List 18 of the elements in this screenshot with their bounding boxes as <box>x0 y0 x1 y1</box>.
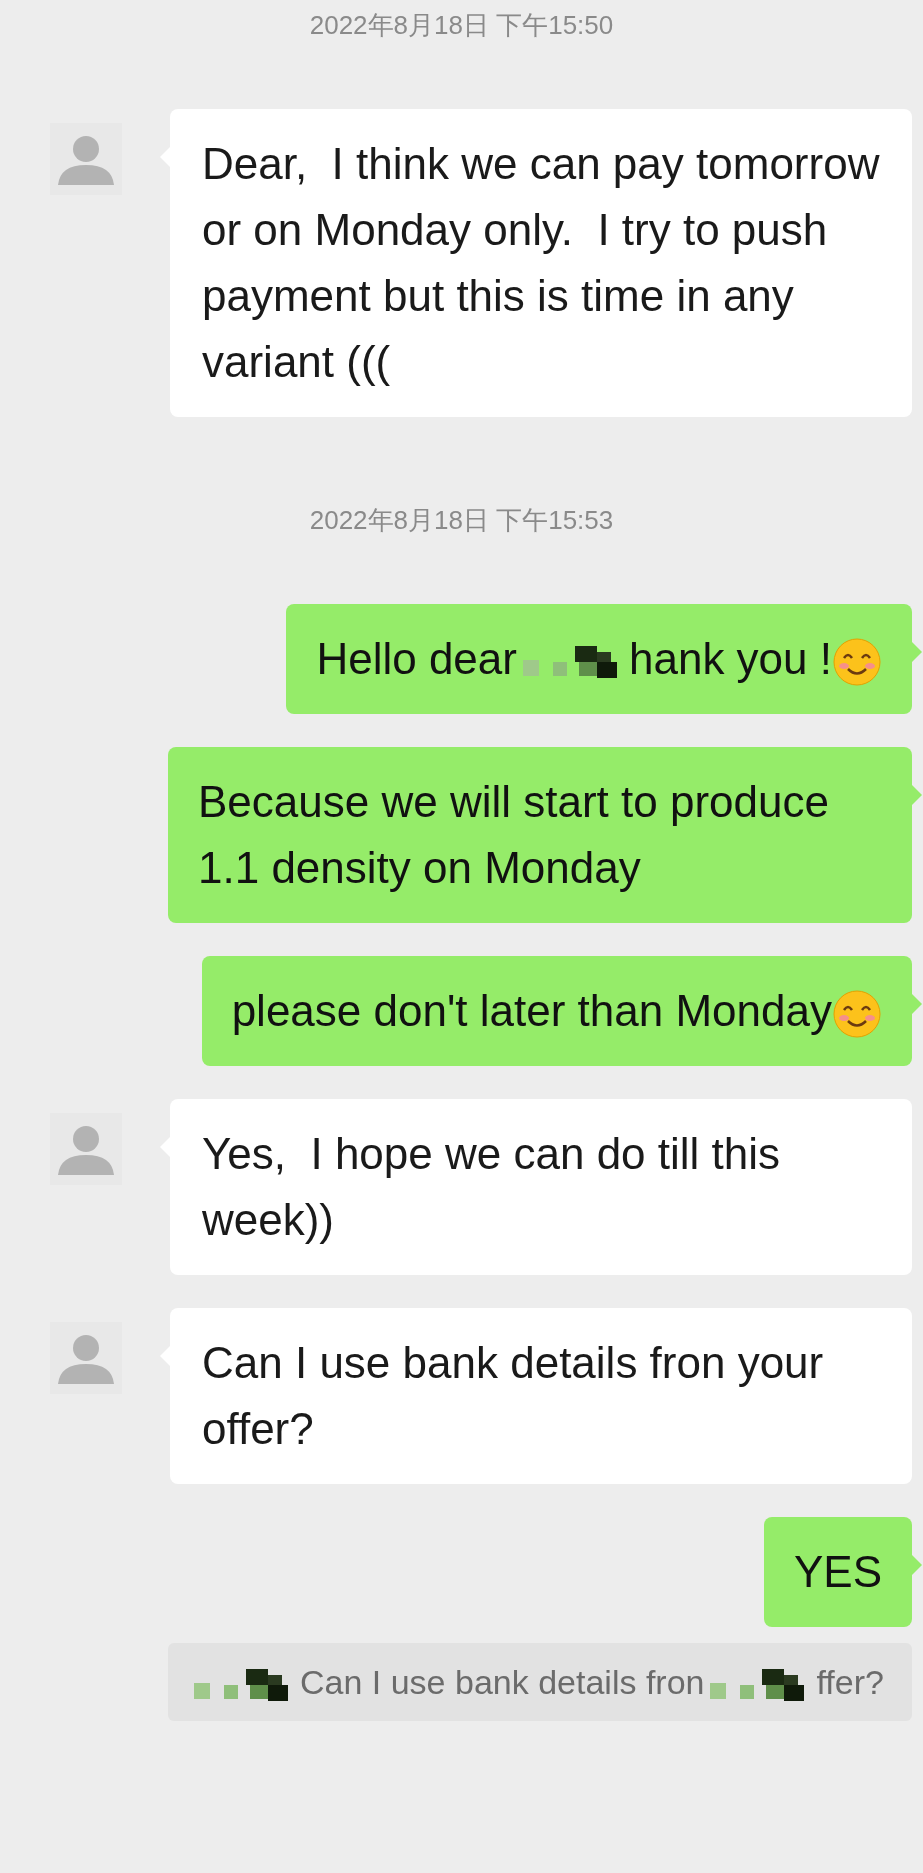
timestamp: 2022年8月18日 下午15:50 <box>309 9 614 42</box>
message-text: Can I use bank details fron your offer? <box>202 1338 825 1453</box>
quoted-message[interactable]: Can I use bank details fron ffer? <box>168 1643 912 1721</box>
avatar-icon[interactable] <box>50 123 122 195</box>
message-text: Because we will start to produce 1.1 density on Monday <box>198 777 830 892</box>
message-text: Can I use bank details fron <box>300 1663 705 1701</box>
message-text: please don't later than Monday <box>231 986 832 1035</box>
smiling-face-icon <box>832 989 882 1040</box>
message-text: Yes, I hope we can do till this week)) <box>202 1129 782 1244</box>
message-text: Hello dear <box>316 634 517 683</box>
smiling-face-icon <box>832 637 882 688</box>
message-text: YES <box>793 1547 882 1596</box>
message-text: hank you ! <box>628 634 832 683</box>
avatar-icon[interactable] <box>50 1322 122 1394</box>
message-text: Dear, I think we can pay tomorrow or on Monday only. I try to push payment but this is time in any variant ((( <box>202 139 881 386</box>
message-text: ffer? <box>816 1663 884 1701</box>
avatar-icon[interactable] <box>50 1113 122 1185</box>
timestamp: 2022年8月18日 下午15:53 <box>309 504 614 537</box>
